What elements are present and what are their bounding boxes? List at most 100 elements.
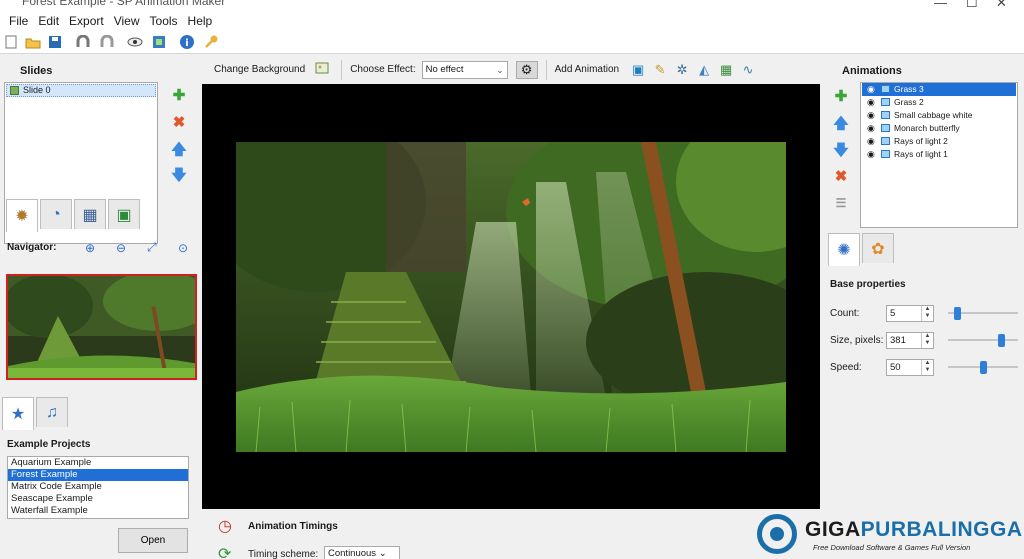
timing-scheme-select[interactable]: Continuous ⌄ [324, 546, 400, 559]
visibility-eye-icon[interactable]: ◉ [867, 83, 875, 95]
tab-transitions[interactable]: ▦ [74, 199, 106, 229]
new-file-icon[interactable] [2, 33, 20, 51]
animation-image-icon [881, 85, 890, 93]
open-folder-icon[interactable] [24, 33, 42, 51]
add-wave-animation-icon[interactable]: ∿ [737, 62, 759, 78]
info-icon[interactable]: i [178, 33, 196, 51]
visibility-eye-icon[interactable]: ◉ [867, 96, 875, 108]
slide-item[interactable]: Slide 0 [6, 84, 156, 97]
count-slider-thumb[interactable] [954, 307, 961, 320]
close-icon[interactable]: ✕ [996, 0, 1007, 11]
export-icon[interactable] [150, 33, 168, 51]
count-slider[interactable] [948, 307, 1018, 320]
examples-list[interactable]: Aquarium Example Forest Example Matrix C… [7, 456, 189, 519]
delete-animation-button[interactable]: ✖ [832, 168, 850, 186]
size-label: Size, pixels: [830, 334, 884, 346]
menu-help[interactable]: Help [183, 12, 218, 30]
tab-timing[interactable]: ◔ [40, 199, 72, 229]
watermark: GIGAPURBALINGGA Free Download Software &… [757, 512, 1022, 556]
visibility-eye-icon[interactable]: ◉ [867, 109, 875, 121]
tab-settings[interactable]: ✹ [6, 199, 38, 232]
fit-screen-icon[interactable]: ⤢ [147, 240, 178, 255]
slide-canvas[interactable] [202, 84, 820, 509]
add-image-animation-icon[interactable]: ▣ [627, 62, 649, 78]
move-slide-down-button[interactable]: 🡇 [170, 167, 188, 185]
list-item[interactable]: Matrix Code Example [8, 481, 188, 493]
animation-image-icon [881, 137, 890, 145]
zoom-in-icon[interactable]: ⊕ [85, 241, 116, 255]
list-item[interactable]: ◉ Grass 2 [862, 96, 1016, 109]
open-button[interactable]: Open [118, 528, 188, 553]
chevron-down-icon: ⌄ [496, 64, 504, 75]
zoom-out-icon[interactable]: ⊖ [116, 241, 147, 255]
size-slider-thumb[interactable] [998, 334, 1005, 347]
count-stepper[interactable]: 5 ▲ ▼ [886, 304, 934, 322]
preview-eye-icon[interactable] [126, 33, 144, 51]
tab-image[interactable]: ▣ [108, 199, 140, 229]
effect-settings-icon[interactable]: ⚙ [515, 60, 538, 79]
list-item[interactable]: ◉ Rays of light 2 [862, 135, 1016, 148]
animations-list[interactable]: ◉ Grass 3 ◉ Grass 2 ◉ Small cabbage white ◉… [860, 82, 1018, 228]
visibility-eye-icon[interactable]: ◉ [867, 135, 875, 147]
maximize-icon[interactable]: ☐ [966, 0, 978, 11]
add-animation-button[interactable]: ✚ [832, 88, 850, 106]
speed-stepper[interactable]: 50 ▲ ▼ [886, 358, 934, 376]
list-item[interactable]: ◉ Monarch butterfly [862, 122, 1016, 135]
stepper-arrows-icon[interactable]: ▲ ▼ [921, 305, 933, 321]
tab-music[interactable]: ♫ [36, 397, 68, 427]
list-item[interactable]: ◉ Grass 3 [862, 83, 1016, 96]
timing-scheme-label: Timing scheme: [248, 549, 319, 559]
visibility-eye-icon[interactable]: ◉ [867, 122, 875, 134]
save-icon[interactable] [46, 33, 64, 51]
tab-favorites[interactable]: ★ [2, 397, 34, 430]
move-animation-down-button[interactable]: 🡇 [832, 142, 850, 160]
speed-slider[interactable] [948, 361, 1018, 374]
list-item[interactable]: Aquarium Example [8, 457, 188, 469]
clock-icon: ◔ [51, 205, 61, 223]
change-background-button[interactable]: Change Background [214, 64, 305, 75]
effect-select[interactable]: No effect ⌄ [421, 60, 508, 79]
size-slider[interactable] [948, 334, 1018, 347]
add-text-animation-icon[interactable]: ◭ [693, 62, 715, 78]
list-item[interactable]: Seascape Example [8, 493, 188, 505]
visibility-eye-icon[interactable]: ◉ [867, 148, 875, 160]
add-slide-button[interactable]: ✚ [170, 87, 188, 105]
watermark-logo-icon [757, 514, 797, 554]
slide-tabs: ✹ ◔ ▦ ▣ [6, 199, 142, 232]
add-pencil-animation-icon[interactable]: ✎ [649, 62, 671, 78]
property-row-count: Count: 5 ▲ ▼ [830, 304, 934, 322]
slide-item-label: Slide 0 [23, 85, 51, 95]
size-stepper[interactable]: 381 ▲ ▼ [886, 331, 934, 349]
animation-list-icon[interactable]: ☰ [832, 194, 850, 212]
key-icon[interactable] [202, 33, 220, 51]
menu-export[interactable]: Export [64, 12, 109, 30]
menu-file[interactable]: File [4, 12, 33, 30]
tab-base-properties[interactable]: ✺ [828, 233, 860, 266]
speed-slider-thumb[interactable] [980, 361, 987, 374]
animation-image-icon [881, 150, 890, 158]
menu-tools[interactable]: Tools [145, 12, 183, 30]
add-grid-animation-icon[interactable]: ▦ [715, 62, 737, 78]
stepper-arrows-icon[interactable]: ▲ ▼ [921, 359, 933, 375]
center-toolbar: Change Background Choose Effect: No effe… [202, 55, 820, 84]
background-image-icon[interactable] [311, 62, 333, 77]
undo-icon[interactable] [74, 33, 92, 51]
stepper-arrows-icon[interactable]: ▲ ▼ [921, 332, 933, 348]
minimize-icon[interactable]: — [934, 0, 947, 10]
property-row-size: Size, pixels: 381 ▲ ▼ [830, 331, 934, 349]
navigator-label: Navigator: [7, 242, 57, 253]
navigator-preview[interactable] [6, 274, 197, 380]
menu-edit[interactable]: Edit [33, 12, 64, 30]
move-animation-up-button[interactable]: 🡅 [832, 115, 850, 133]
list-item[interactable]: Forest Example [8, 469, 188, 481]
redo-icon[interactable] [98, 33, 116, 51]
list-item[interactable]: Waterfall Example [8, 505, 188, 517]
list-item[interactable]: ◉ Small cabbage white [862, 109, 1016, 122]
count-label: Count: [830, 307, 860, 319]
list-item[interactable]: ◉ Rays of light 1 [862, 148, 1016, 161]
menu-view[interactable]: View [109, 12, 145, 30]
add-butterfly-animation-icon[interactable]: ✲ [671, 62, 693, 78]
delete-slide-button[interactable]: ✖ [170, 114, 188, 132]
tab-colors[interactable]: ✿ [862, 233, 894, 263]
move-slide-up-button[interactable]: 🡅 [170, 141, 188, 159]
